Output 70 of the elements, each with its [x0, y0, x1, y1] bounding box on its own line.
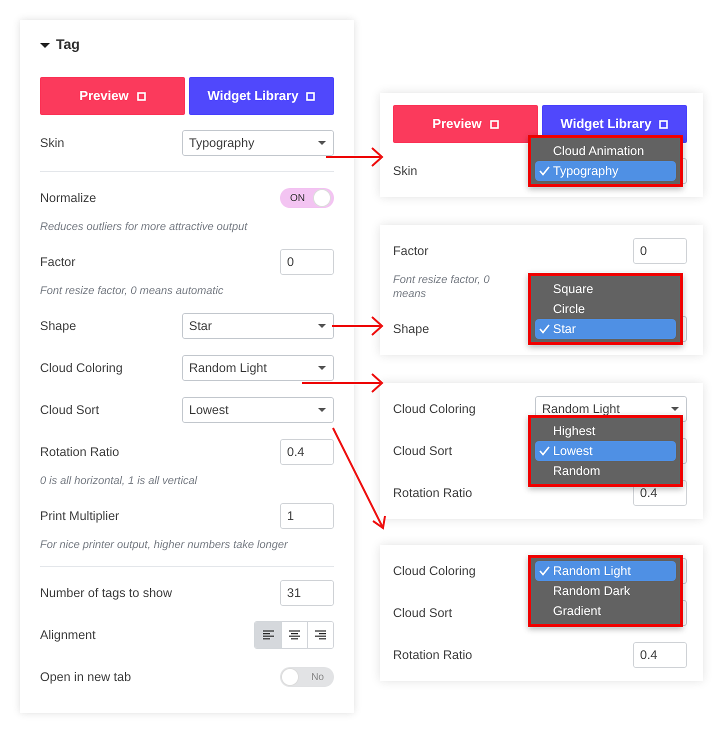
- field-label: Cloud Coloring: [393, 562, 476, 580]
- check-icon: [539, 324, 550, 334]
- field-label: Cloud Coloring: [40, 360, 123, 377]
- number-field[interactable]: 0.4: [280, 439, 334, 465]
- arrow: [332, 316, 384, 336]
- number-field[interactable]: 0.4: [633, 642, 687, 668]
- help-text: Font resize factor, 0 means: [393, 273, 491, 301]
- check-icon: [539, 166, 550, 176]
- field-label: Factor: [393, 242, 428, 260]
- field-label: Cloud Sort: [393, 442, 452, 460]
- preview-button[interactable]: Preview: [393, 105, 538, 143]
- help-text: Reduces outliers for more attractive output: [40, 220, 249, 234]
- menu-item[interactable]: Star: [535, 319, 676, 339]
- field-label: Cloud Coloring: [393, 400, 476, 418]
- menu-item[interactable]: Cloud Animation: [535, 141, 676, 161]
- menu-item[interactable]: Typography: [535, 161, 676, 181]
- toggle-switch[interactable]: ON: [280, 188, 334, 208]
- field-label: Cloud Sort: [393, 604, 452, 622]
- menu-item[interactable]: Gradient: [535, 601, 676, 621]
- number-field[interactable]: 0: [633, 238, 687, 264]
- number-field[interactable]: 0: [280, 249, 334, 275]
- number-field[interactable]: 1: [280, 503, 334, 529]
- field-label: Rotation Ratio: [40, 444, 120, 461]
- help-text: For nice printer output, higher numbers take longer: [40, 538, 289, 552]
- field-label: Alignment: [40, 626, 96, 644]
- select-field[interactable]: Typography: [182, 130, 334, 156]
- field-label: Shape: [40, 318, 76, 335]
- align-center-icon: [289, 630, 300, 640]
- field-label: Rotation Ratio: [393, 484, 472, 502]
- align-left-button[interactable]: [255, 622, 281, 648]
- field-label: Number of tags to show: [40, 584, 172, 602]
- arrow: [326, 147, 384, 167]
- check-icon: [539, 446, 550, 456]
- widget-library-button[interactable]: Widget Library: [189, 77, 334, 115]
- menu-item[interactable]: Square: [535, 279, 676, 299]
- caret-icon: [317, 405, 327, 415]
- preview-button[interactable]: Preview: [40, 77, 185, 115]
- menu-item[interactable]: Highest: [535, 421, 676, 441]
- align-right-button[interactable]: [307, 622, 333, 648]
- align-right-icon: [315, 630, 326, 640]
- square-icon: [659, 120, 668, 128]
- field-label: Print Multiplier: [40, 508, 120, 525]
- menu-item[interactable]: Random Dark: [535, 581, 676, 601]
- square-icon: [136, 92, 146, 100]
- field-label: Shape: [393, 320, 430, 338]
- section-title[interactable]: Tag: [56, 34, 80, 55]
- field-label: Cloud Sort: [40, 402, 100, 419]
- menu-item[interactable]: Circle: [535, 299, 676, 319]
- number-field[interactable]: 31: [280, 580, 334, 606]
- select-field[interactable]: Lowest: [182, 397, 334, 423]
- field-label: Rotation Ratio: [393, 646, 472, 664]
- square-icon: [306, 92, 316, 100]
- field-label: Open in new tab: [40, 668, 132, 686]
- field-label: Skin: [393, 162, 418, 180]
- menu-item[interactable]: Random: [535, 461, 676, 481]
- check-icon: [539, 566, 550, 576]
- help-text: 0 is all horizontal, 1 is all vertical: [40, 474, 198, 488]
- select-field[interactable]: Random Light: [182, 355, 334, 381]
- caret-icon: [317, 321, 327, 331]
- field-label: Normalize: [40, 190, 96, 207]
- field-label: Factor: [40, 254, 76, 271]
- caret-icon: [317, 138, 327, 148]
- square-icon: [490, 120, 499, 128]
- help-text: Font resize factor, 0 means automatic: [40, 284, 224, 298]
- field-label: Skin: [40, 134, 64, 152]
- menu-item[interactable]: Lowest: [535, 441, 676, 461]
- select-field[interactable]: Star: [182, 313, 334, 339]
- align-left-icon: [262, 630, 274, 640]
- menu-item[interactable]: Random Light: [535, 561, 676, 581]
- caret-icon: [317, 363, 327, 373]
